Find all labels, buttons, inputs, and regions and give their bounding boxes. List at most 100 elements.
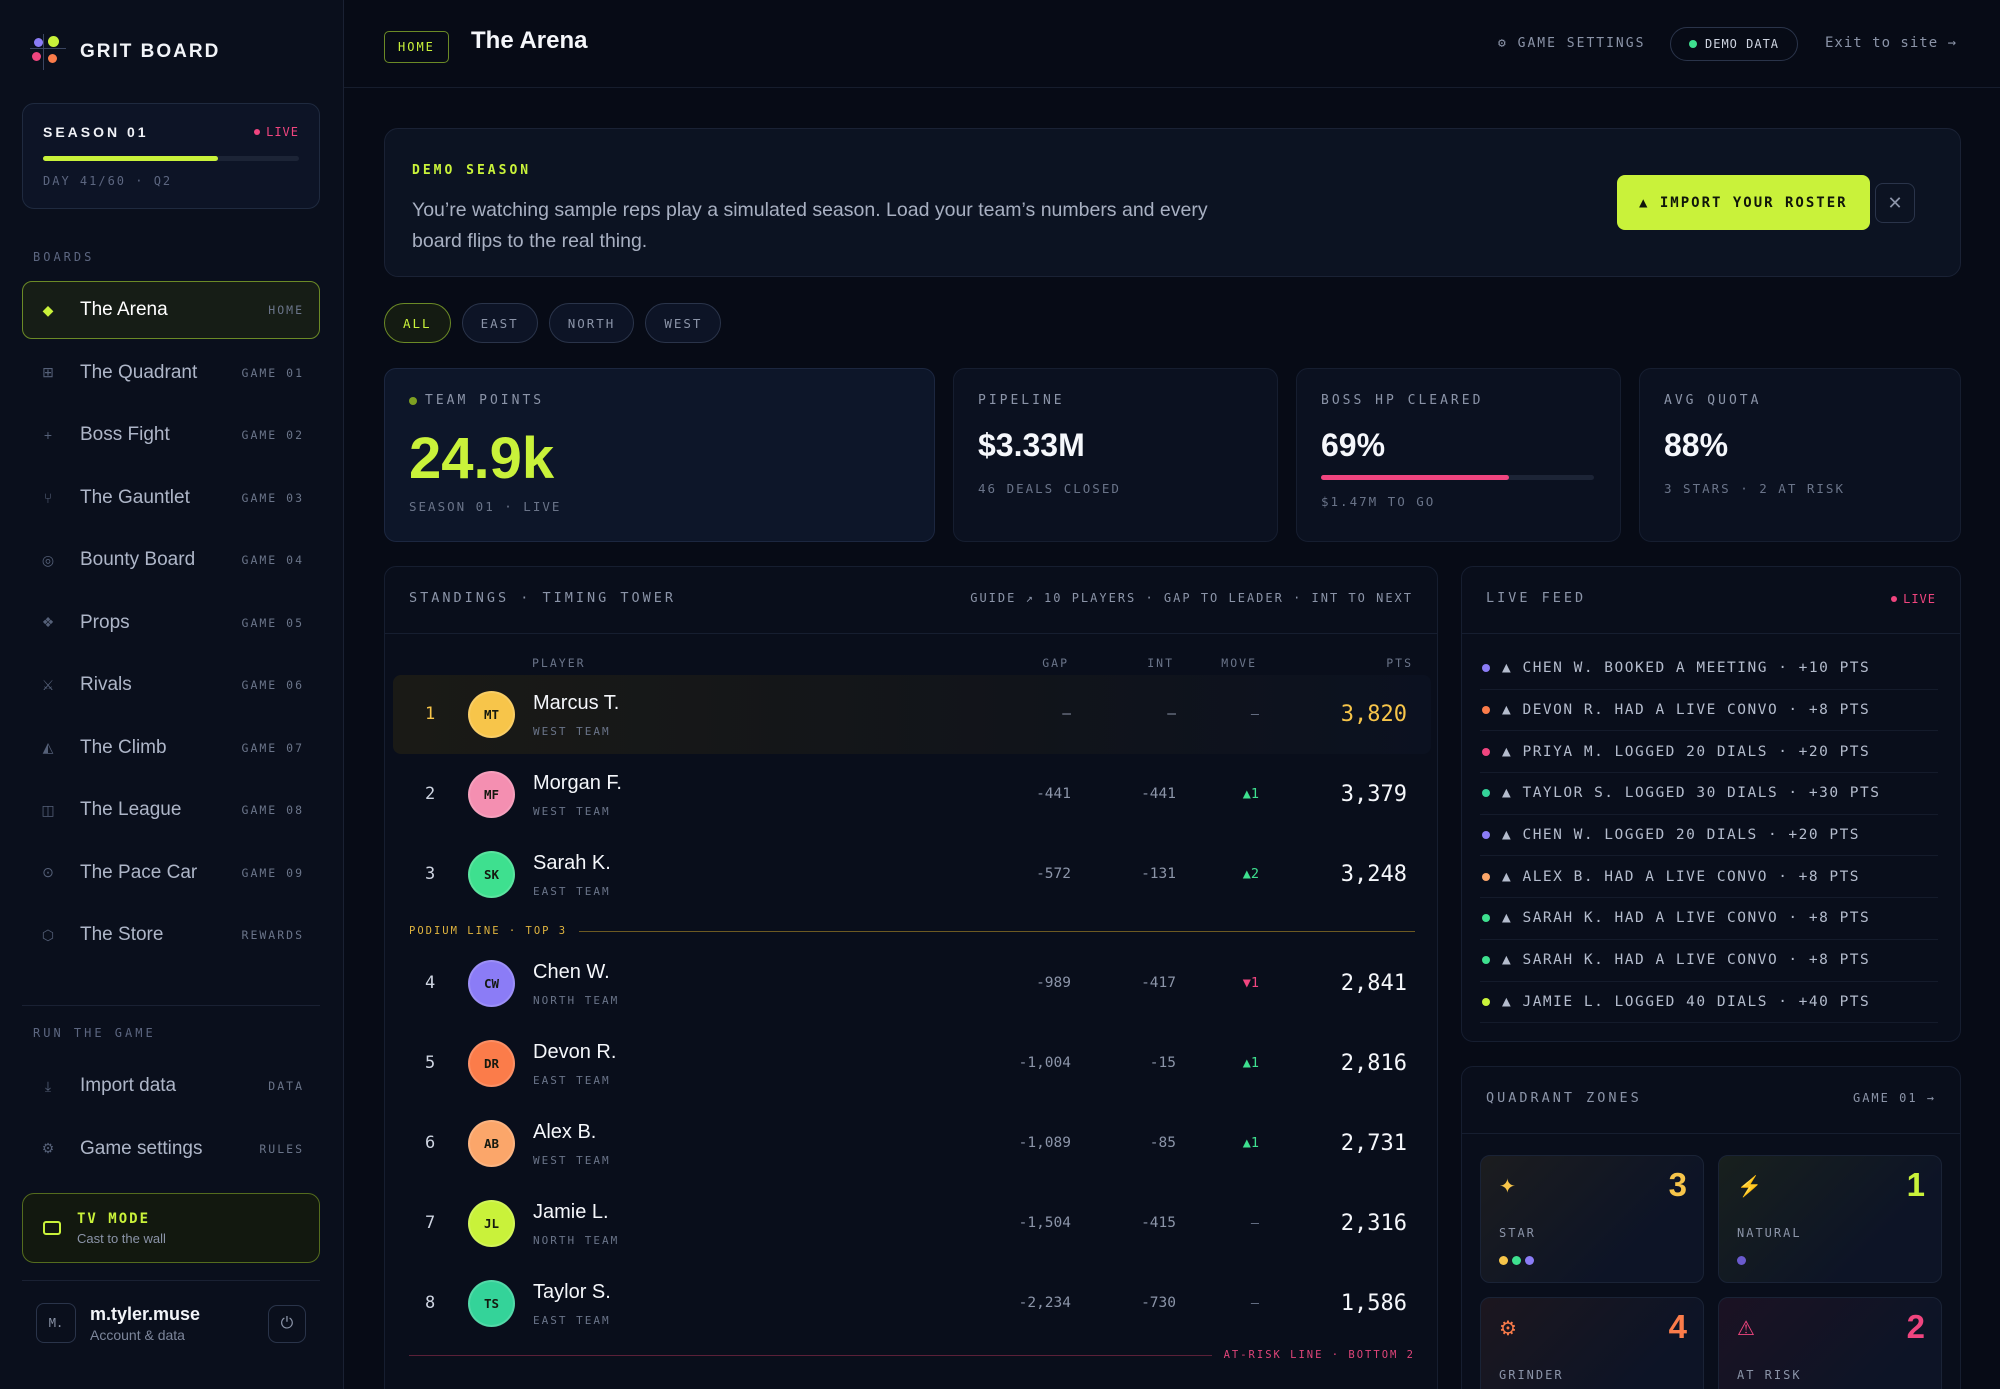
avatar: SK (468, 851, 515, 898)
logo-icon (30, 34, 66, 70)
sidebar-item-game-settings[interactable]: ⚙ Game settings RULES (22, 1120, 320, 1178)
breadcrumb-home[interactable]: HOME (384, 31, 449, 63)
stat-pipeline: PIPELINE $3.33M 46 DEALS CLOSED (953, 368, 1278, 542)
gap-value: -1,004 (1018, 1055, 1071, 1071)
sidebar-item-tag: DATA (268, 1079, 304, 1093)
col-pts: PTS (1386, 656, 1413, 670)
table-row[interactable]: 7 JL Jamie L. NORTH TEAM -1,504 -415 — 2,316 (393, 1184, 1431, 1263)
game-settings-link[interactable]: ⚙ GAME SETTINGS (1498, 36, 1645, 51)
boss-hp-track (1321, 475, 1594, 480)
sidebar-item-label: Rivals (80, 674, 132, 695)
run-nav: ⤓ Import data DATA ⚙ Game settings RULES (22, 1057, 320, 1182)
member-dot-icon (1499, 1256, 1508, 1265)
standings-meta[interactable]: GUIDE ↗ 10 PLAYERS · GAP TO LEADER · INT… (970, 591, 1413, 605)
int-value: -730 (1141, 1295, 1176, 1311)
sidebar-item-the-quadrant[interactable]: ⊞ The Quadrant GAME 01 (22, 344, 320, 402)
status-dot-icon (1482, 747, 1490, 756)
feed-text: ▲ ALEX B. HAD A LIVE CONVO · +8 PTS (1502, 868, 1861, 885)
table-row[interactable]: 8 TS Taylor S. EAST TEAM -2,234 -730 — 1,586 (393, 1264, 1431, 1343)
player-team: EAST TEAM (533, 1074, 611, 1087)
sidebar-item-rivals[interactable]: ⚔ Rivals GAME 06 (22, 656, 320, 714)
table-row[interactable]: 5 DR Devon R. EAST TEAM -1,004 -15 ▲1 2,816 (393, 1024, 1431, 1103)
sidebar-item-the-league[interactable]: ◫ The League GAME 08 (22, 781, 320, 839)
import-roster-button[interactable]: ▲ IMPORT YOUR ROSTER (1617, 175, 1870, 230)
sidebar-divider (22, 1280, 320, 1281)
status-dot-icon (1482, 664, 1490, 673)
move-value: ▲2 (1242, 866, 1259, 882)
banner-text: You’re watching sample reps play a simul… (412, 199, 1208, 252)
sidebar-item-import-data[interactable]: ⤓ Import data DATA (22, 1057, 320, 1115)
rank: 2 (425, 784, 436, 804)
sidebar-item-bounty-board[interactable]: ◎ Bounty Board GAME 04 (22, 531, 320, 589)
feed-text: ▲ CHEN W. LOGGED 20 DIALS · +20 PTS (1502, 827, 1861, 844)
sidebar-item-the-climb[interactable]: ◭ The Climb GAME 07 (22, 719, 320, 777)
live-dot-icon (1891, 596, 1898, 602)
sidebar-item-boss-fight[interactable]: + Boss Fight GAME 02 (22, 406, 320, 464)
standings-title: STANDINGS · TIMING TOWER (409, 590, 677, 606)
filter-north[interactable]: NORTH (548, 303, 635, 343)
game-01-link[interactable]: GAME 01 → (1853, 1091, 1936, 1105)
feed-text: ▲ DEVON R. HAD A LIVE CONVO · +8 PTS (1502, 702, 1871, 719)
feed-text: ▲ TAYLOR S. LOGGED 30 DIALS · +30 PTS (1502, 785, 1881, 802)
player-name: Taylor S. (533, 1281, 611, 1303)
sidebar-item-the-store[interactable]: ⬡ The Store REWARDS (22, 906, 320, 964)
stat-value: 69% (1321, 427, 1386, 463)
player-name: Chen W. (533, 961, 610, 983)
gap-value: -2,234 (1018, 1295, 1071, 1311)
zone-card-at-risk[interactable]: ⚠ 2 AT RISK (1718, 1297, 1942, 1389)
table-row[interactable]: 4 CW Chen W. NORTH TEAM -989 -417 ▼1 2,841 (393, 944, 1431, 1023)
tv-mode-title: TV MODE (77, 1210, 151, 1227)
zone-card-natural[interactable]: ⚡ 1 NATURAL (1718, 1155, 1942, 1283)
player-team: WEST TEAM (533, 1154, 611, 1167)
int-value: -441 (1141, 786, 1176, 802)
close-icon[interactable]: ✕ (1875, 183, 1915, 223)
podium-line: PODIUM LINE · TOP 3 (409, 925, 1415, 937)
gap-value: -989 (1036, 975, 1071, 991)
rank: 3 (425, 864, 436, 884)
filter-east[interactable]: EAST (461, 303, 538, 343)
account-menu[interactable]: M. m.tyler.muse Account & data (36, 1303, 200, 1343)
feed-text: ▲ CHEN W. BOOKED A MEETING · +10 PTS (1502, 660, 1871, 677)
banner-label: DEMO SEASON (412, 163, 532, 178)
table-row[interactable]: 6 AB Alex B. WEST TEAM -1,089 -85 ▲1 2,731 (393, 1104, 1431, 1183)
sidebar-item-label: The Store (80, 924, 164, 945)
player-name: Alex B. (533, 1121, 597, 1143)
stat-value: 88% (1664, 427, 1729, 463)
tv-mode-button[interactable]: TV MODE Cast to the wall (22, 1193, 320, 1263)
filter-west[interactable]: WEST (645, 303, 722, 343)
mountain-icon: ◭ (42, 739, 54, 755)
power-icon[interactable]: ⏻ (268, 1305, 306, 1343)
stat-boss-hp: BOSS HP CLEARED 69% $1.47M TO GO (1296, 368, 1621, 542)
table-row[interactable]: 2 MF Morgan F. WEST TEAM -441 -441 ▲1 3,379 (393, 755, 1431, 834)
sidebar-item-props[interactable]: ❖ Props GAME 05 (22, 594, 320, 652)
table-row[interactable]: 1 MT Marcus T. WEST TEAM — — — 3,820 (393, 675, 1431, 754)
avatar: AB (468, 1120, 515, 1167)
sidebar-item-the-arena[interactable]: ◆ The Arena HOME (22, 281, 320, 339)
exit-to-site-link[interactable]: Exit to site → (1825, 35, 1957, 51)
demo-data-badge[interactable]: DEMO DATA (1670, 27, 1799, 61)
zone-count: 1 (1906, 1166, 1925, 1203)
list-item: ▲ JAMIE L. LOGGED 40 DIALS · +40 PTS (1480, 982, 1938, 1024)
sidebar-item-tag: GAME 07 (241, 740, 304, 755)
live-badge: LIVE (1891, 592, 1936, 606)
filter-all[interactable]: ALL (384, 303, 451, 343)
col-player: PLAYER (532, 656, 586, 670)
gap-value: — (1062, 706, 1071, 722)
divider (1462, 633, 1960, 634)
zone-card-grinder[interactable]: ⚙ 4 GRINDER (1480, 1297, 1704, 1389)
season-progress-fill (43, 156, 218, 161)
sidebar-item-the-gauntlet[interactable]: ⑂ The Gauntlet GAME 03 (22, 469, 320, 527)
sidebar-item-the-pace-car[interactable]: ⊙ The Pace Car GAME 09 (22, 844, 320, 902)
crosshair-icon: + (43, 427, 53, 443)
player-team: EAST TEAM (533, 1314, 611, 1327)
sidebar-item-label: The League (80, 799, 182, 820)
stat-label: PIPELINE (978, 393, 1065, 408)
feed-text: ▲ SARAH K. HAD A LIVE CONVO · +8 PTS (1502, 952, 1871, 969)
live-dot-icon (254, 129, 261, 135)
points-value: 3,379 (1340, 782, 1407, 807)
table-row[interactable]: 3 SK Sarah K. EAST TEAM -572 -131 ▲2 3,248 (393, 835, 1431, 914)
zone-card-star[interactable]: ✦ 3 STAR (1480, 1155, 1704, 1283)
brand[interactable]: GRIT BOARD (30, 34, 220, 70)
sidebar-item-label: The Climb (80, 736, 167, 758)
boss-hp-fill (1321, 475, 1510, 480)
